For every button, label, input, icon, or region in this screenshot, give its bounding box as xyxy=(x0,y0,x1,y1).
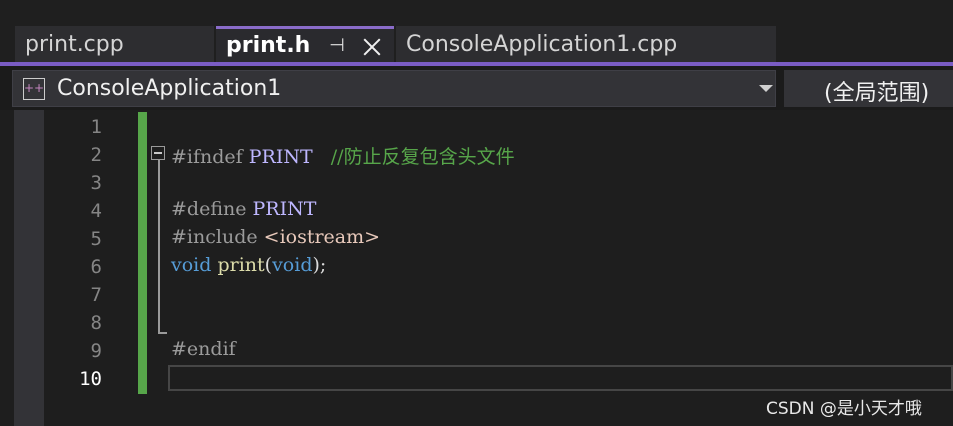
scope-label: (全局范围) xyxy=(824,81,930,106)
pin-icon[interactable]: ⊣ xyxy=(327,36,347,56)
tab-consoleapplication1-cpp[interactable]: ConsoleApplication1.cpp xyxy=(396,26,776,62)
chevron-down-icon[interactable] xyxy=(759,85,773,92)
fold-region-line xyxy=(158,160,160,334)
close-icon[interactable] xyxy=(360,36,384,58)
tab-print-cpp[interactable]: print.cpp xyxy=(15,26,214,62)
line-number: 2 xyxy=(90,144,102,166)
fold-region-end xyxy=(158,332,167,334)
line-number: 5 xyxy=(90,228,102,250)
line-number: 7 xyxy=(90,284,102,306)
preprocessor-directive: #ifndef xyxy=(171,146,243,168)
code-line-6: void print(void); xyxy=(171,254,326,276)
function-name: print xyxy=(211,254,265,276)
line-number: 1 xyxy=(90,116,102,138)
keyword: void xyxy=(272,254,313,276)
tab-label: print.h xyxy=(226,33,311,58)
project-label: ConsoleApplication1 xyxy=(57,76,282,101)
line-number: 6 xyxy=(90,256,102,278)
preprocessor-directive: #include xyxy=(171,226,258,248)
code-comment: //防止反复包含头文件 xyxy=(312,146,515,168)
code-line-5: #include <iostream> xyxy=(171,226,380,248)
macro-name: PRINT xyxy=(242,146,313,168)
tab-label: ConsoleApplication1.cpp xyxy=(406,31,678,57)
punctuation: ); xyxy=(312,254,327,276)
code-editor[interactable]: 1 2 3 4 5 6 7 8 9 10 #ifndef PRINT //防止反… xyxy=(0,110,953,426)
line-number: 4 xyxy=(90,200,102,222)
macro-name: PRINT xyxy=(246,198,317,220)
navigation-bar: ++ ConsoleApplication1 (全局范围) xyxy=(0,66,953,110)
line-number-current: 10 xyxy=(79,368,102,390)
line-number: 3 xyxy=(90,172,102,194)
project-icon: ++ xyxy=(23,78,45,100)
tab-label: print.cpp xyxy=(25,31,124,57)
code-line-9: #endif xyxy=(171,338,236,360)
line-number: 8 xyxy=(90,312,102,334)
tab-strip: print.cpp print.h ⊣ ConsoleApplication1.… xyxy=(0,0,953,62)
preprocessor-directive: #endif xyxy=(171,338,236,360)
keyword: void xyxy=(171,254,212,276)
change-tracking-bar xyxy=(138,112,147,394)
collapse-icon[interactable] xyxy=(151,146,165,160)
preprocessor-directive: #define xyxy=(171,198,247,220)
scope-dropdown[interactable]: (全局范围) xyxy=(784,70,953,107)
editor-margin xyxy=(14,110,44,426)
project-dropdown[interactable]: ++ ConsoleApplication1 xyxy=(12,70,776,107)
punctuation: ( xyxy=(264,254,273,276)
code-line-2: #ifndef PRINT //防止反复包含头文件 xyxy=(171,142,515,169)
watermark: CSDN @是小天才哦 xyxy=(766,399,922,419)
current-line-highlight[interactable] xyxy=(168,365,953,391)
code-line-4: #define PRINT xyxy=(171,198,316,220)
include-header: <iostream> xyxy=(257,226,381,248)
line-number: 9 xyxy=(90,340,102,362)
